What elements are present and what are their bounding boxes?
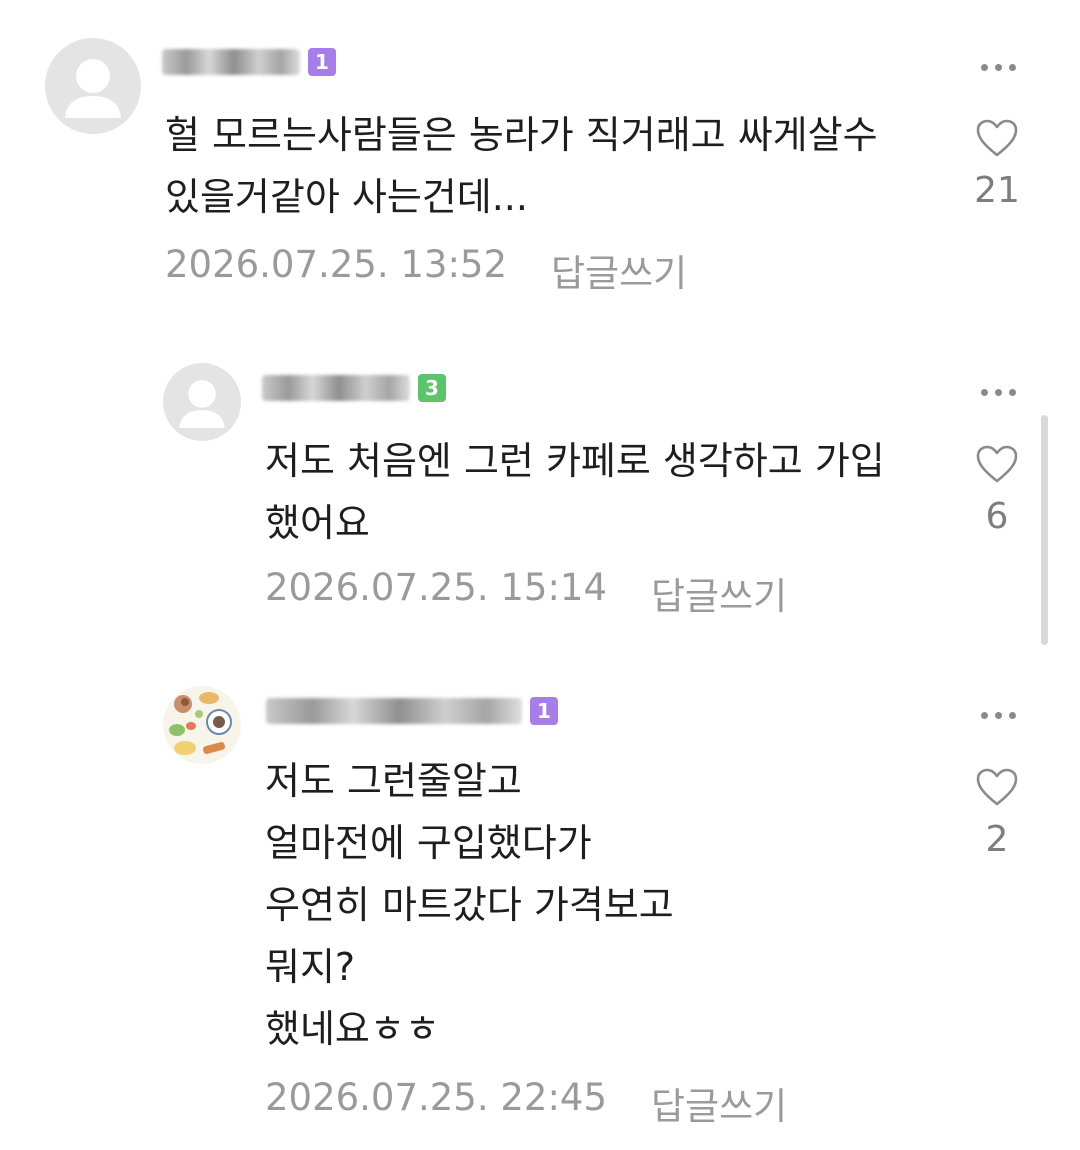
- comment-meta: 2026.07.25. 15:14 답글쓰기: [265, 566, 787, 620]
- avatar[interactable]: [163, 363, 241, 441]
- heart-outline-icon: [976, 768, 1018, 806]
- more-dot: [994, 388, 1002, 396]
- comment-text: 헐 모르는사람들은 농라가 직거래고 싸게살수 있을거같아 사는건데...: [165, 113, 878, 219]
- reply-button[interactable]: 답글쓰기: [651, 566, 787, 620]
- more-options-button[interactable]: [978, 61, 1018, 73]
- comment-meta: 2026.07.25. 22:45 답글쓰기: [265, 1076, 787, 1130]
- heart-outline-icon: [976, 119, 1018, 157]
- comment-date: 2026.07.25. 15:14: [265, 566, 607, 609]
- like-button[interactable]: 21: [971, 118, 1023, 211]
- more-dot: [1008, 388, 1016, 396]
- more-dots-icon: [980, 388, 988, 396]
- like-count: 21: [974, 170, 1020, 211]
- more-dots-icon: [980, 63, 988, 71]
- more-dot: [1008, 711, 1016, 719]
- default-user-icon: [179, 380, 225, 428]
- more-dot: [994, 63, 1002, 71]
- level-badge: 3: [418, 374, 446, 402]
- comment-text: 저도 처음엔 그런 카페로 생각하고 가입 했어요: [265, 439, 885, 545]
- author-row: 3: [262, 370, 446, 406]
- more-options-button[interactable]: [978, 386, 1018, 398]
- level-badge: 1: [308, 48, 336, 76]
- avatar[interactable]: [45, 38, 141, 134]
- reply-button[interactable]: 답글쓰기: [551, 243, 687, 297]
- nickname-obscured[interactable]: [162, 49, 300, 75]
- author-row: 1: [266, 693, 558, 729]
- level-badge: 1: [530, 697, 558, 725]
- scrollbar[interactable]: [1041, 415, 1048, 645]
- like-count: 6: [985, 496, 1009, 537]
- nickname-obscured[interactable]: [262, 375, 410, 401]
- more-dots-icon: [980, 711, 988, 719]
- author-row: 1: [162, 44, 336, 80]
- like-button[interactable]: 6: [971, 444, 1023, 537]
- reply-button[interactable]: 답글쓰기: [651, 1076, 787, 1130]
- like-button[interactable]: 2: [971, 767, 1023, 860]
- food-illustration-avatar: [169, 692, 232, 755]
- comment-meta: 2026.07.25. 13:52 답글쓰기: [165, 243, 687, 297]
- more-dot: [1008, 63, 1016, 71]
- heart-outline-icon: [976, 445, 1018, 483]
- nickname-obscured[interactable]: [266, 698, 522, 724]
- comment-date: 2026.07.25. 22:45: [265, 1076, 607, 1119]
- like-count: 2: [985, 819, 1009, 860]
- more-options-button[interactable]: [978, 709, 1018, 721]
- default-user-icon: [65, 59, 121, 118]
- comment-text: 저도 그런줄알고 얼마전에 구입했다가 우연히 마트갔다 가격보고 뭐지? 했네…: [265, 759, 674, 1051]
- avatar[interactable]: [163, 686, 241, 764]
- more-dot: [994, 711, 1002, 719]
- comment-date: 2026.07.25. 13:52: [165, 243, 507, 286]
